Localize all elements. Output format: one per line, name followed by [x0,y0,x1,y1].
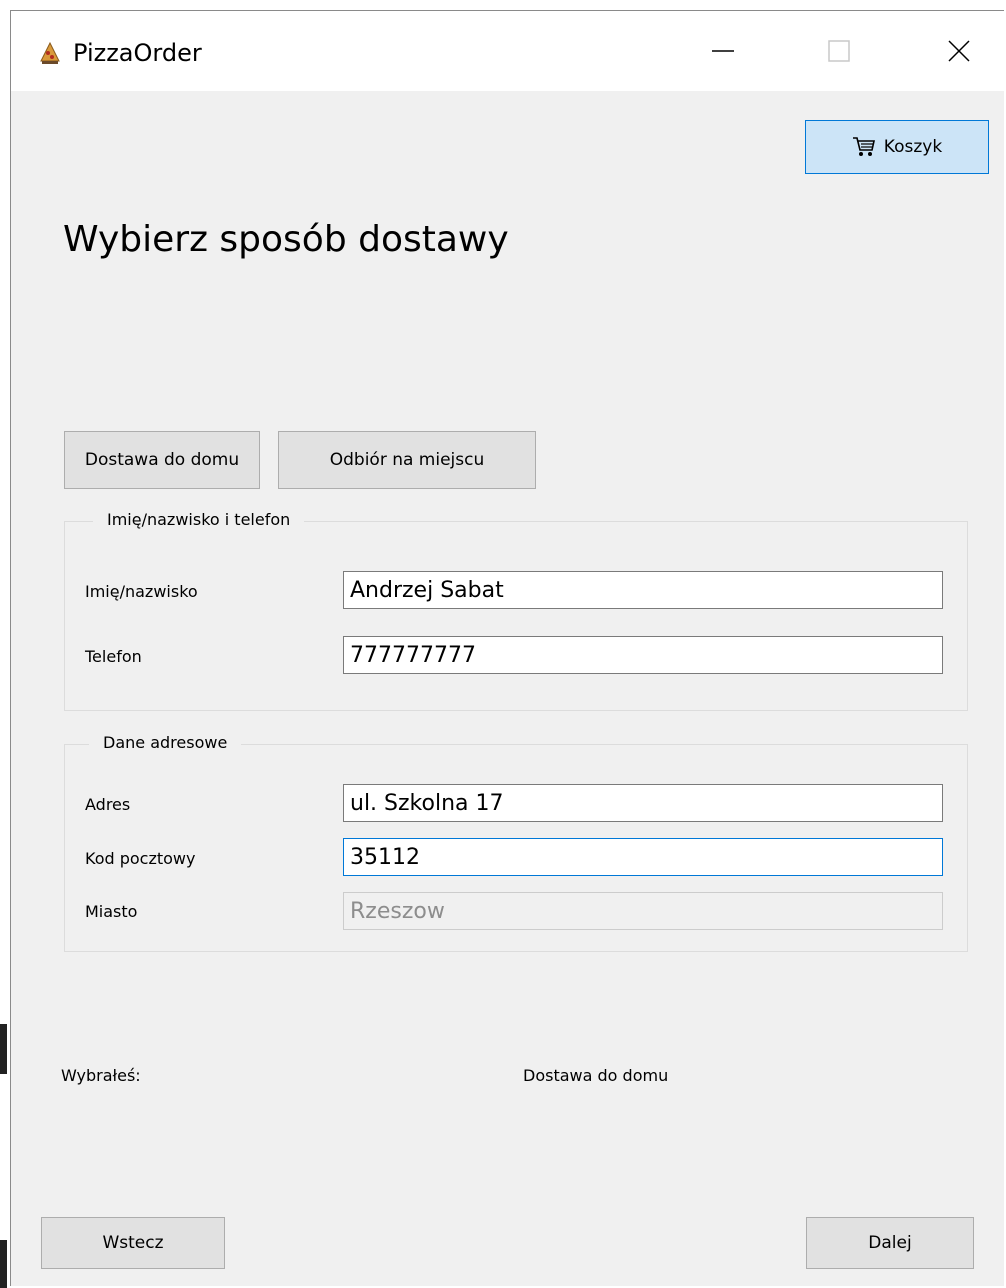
page-title: Wybierz sposób dostawy [63,219,509,260]
cart-button[interactable]: Koszyk [805,120,989,174]
title-bar[interactable]: PizzaOrder [11,11,1004,91]
close-button[interactable] [939,33,979,73]
pickup-button[interactable]: Odbiór na miejscu [278,431,536,489]
maximize-icon [826,38,852,68]
city-field [343,892,943,930]
postal-code-field[interactable] [343,838,943,876]
name-label: Imię/nazwisko [85,582,198,601]
city-label: Miasto [85,902,138,921]
address-field[interactable] [343,784,943,822]
pizza-icon [39,41,61,65]
maximize-button[interactable] [819,33,859,73]
home-delivery-button[interactable]: Dostawa do domu [64,431,260,489]
summary-value: Dostawa do domu [523,1066,669,1085]
phone-label: Telefon [85,647,142,666]
window-title: PizzaOrder [73,39,202,67]
app-window: PizzaOrder Koszyk Wybierz sposób dostawy… [10,10,1004,1286]
back-button[interactable]: Wstecz [41,1217,225,1269]
cart-label: Koszyk [883,137,943,157]
next-button[interactable]: Dalej [806,1217,974,1269]
left-edge-mark [0,1240,7,1288]
left-edge-mark [0,1024,7,1074]
personal-group-legend: Imię/nazwisko i telefon [93,510,305,529]
name-field[interactable] [343,571,943,609]
phone-field[interactable] [343,636,943,674]
summary-label: Wybrałeś: [61,1066,141,1085]
close-icon [946,38,972,68]
address-group-legend: Dane adresowe [89,733,242,752]
personal-data-group: Imię/nazwisko i telefon [64,510,968,711]
address-label: Adres [85,795,131,814]
minimize-button[interactable] [703,33,743,73]
postal-code-label: Kod pocztowy [85,849,196,868]
cart-icon [852,135,876,159]
minimize-icon [710,38,736,68]
